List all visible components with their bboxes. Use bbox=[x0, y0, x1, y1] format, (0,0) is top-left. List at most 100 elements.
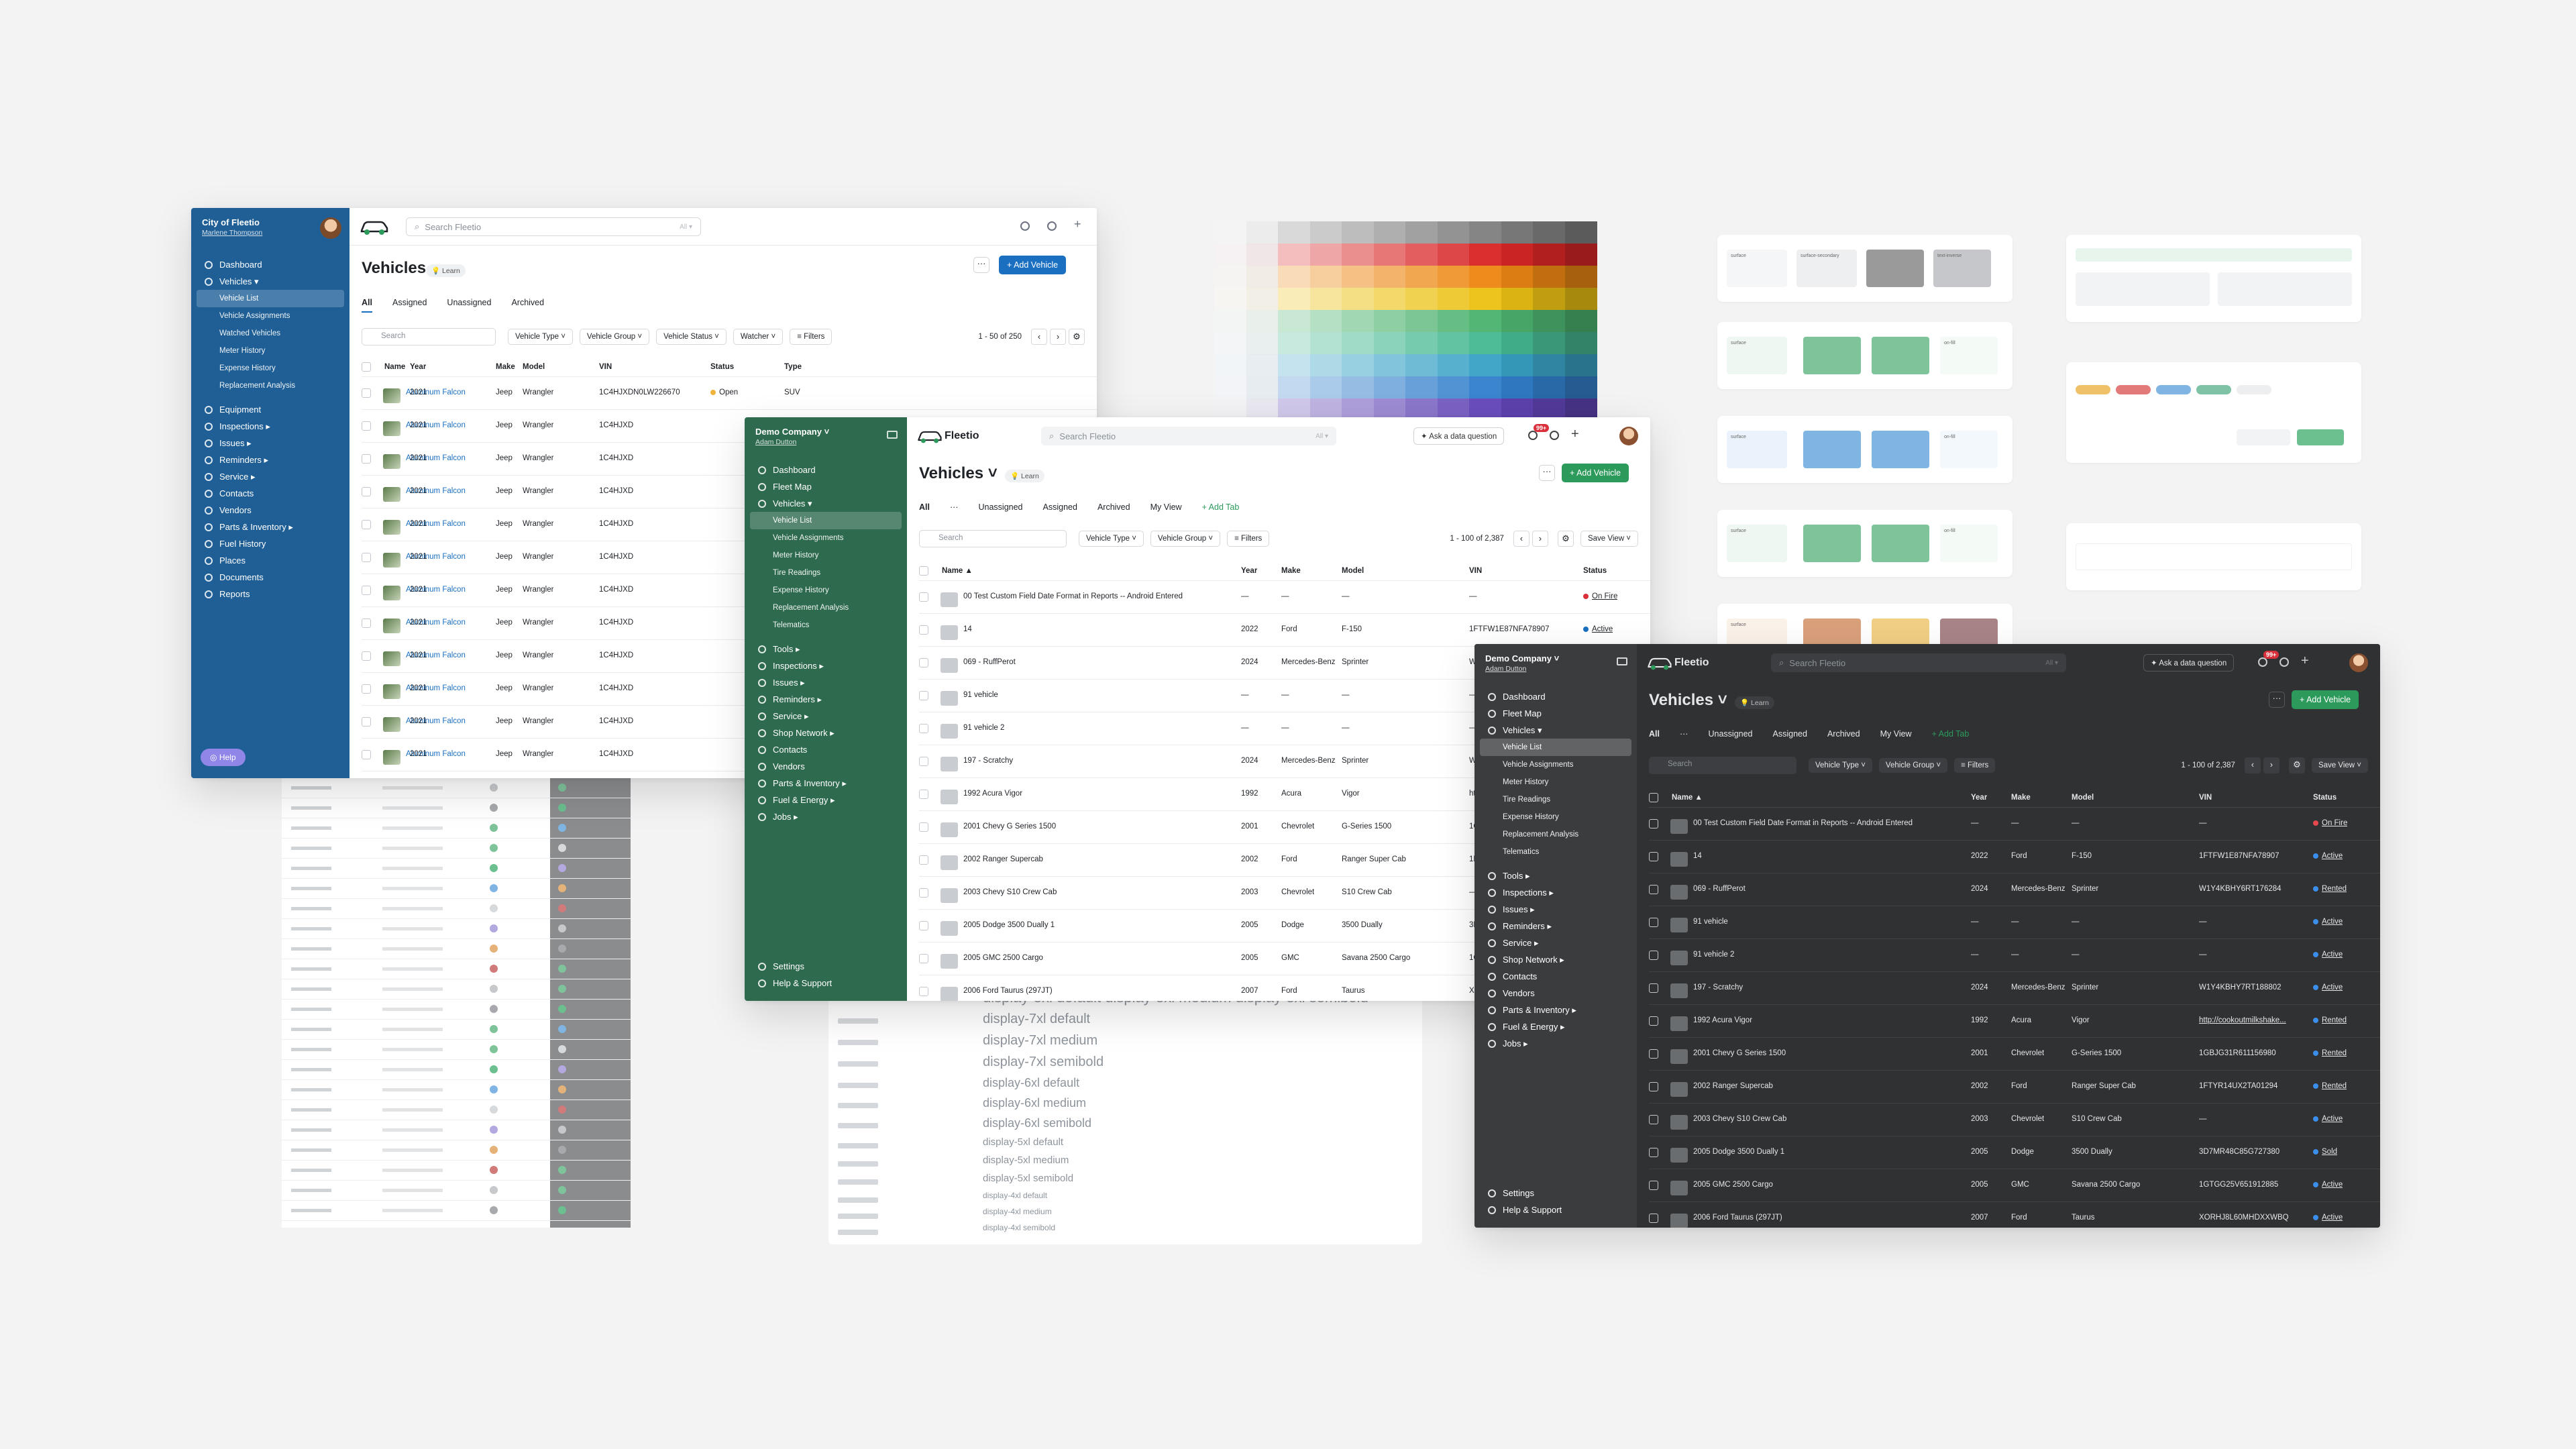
row-checkbox[interactable] bbox=[1649, 885, 1658, 894]
settings-gear-icon[interactable]: ⚙ bbox=[1069, 329, 1085, 345]
tab-item[interactable]: All bbox=[362, 298, 392, 307]
row-checkbox[interactable] bbox=[362, 750, 371, 759]
sidebar-item[interactable]: Vehicle List bbox=[1480, 739, 1631, 756]
sidebar-item[interactable]: Reports bbox=[197, 586, 344, 602]
plus-icon[interactable]: + bbox=[2301, 653, 2309, 669]
filter-chip[interactable]: ≡ Filters bbox=[790, 329, 833, 345]
sidebar-item[interactable]: Replacement Analysis bbox=[750, 599, 902, 616]
learn-link[interactable]: 💡 Learn bbox=[1735, 696, 1774, 709]
column-header[interactable]: Make bbox=[2011, 794, 2031, 802]
sidebar-item[interactable]: Service ▸ bbox=[197, 468, 344, 485]
column-header[interactable]: Name ▲ bbox=[1672, 794, 1703, 802]
tab-item[interactable]: ··· bbox=[950, 502, 979, 512]
row-checkbox[interactable] bbox=[919, 691, 928, 700]
sidebar-item[interactable]: Vehicles ▾ bbox=[1480, 722, 1631, 739]
sidebar-item[interactable]: Service ▸ bbox=[750, 708, 902, 724]
filter-chip[interactable]: Vehicle Type ˅ bbox=[1809, 758, 1872, 773]
row-checkbox[interactable] bbox=[1649, 1181, 1658, 1190]
next-page-button[interactable]: › bbox=[2263, 757, 2279, 773]
row-checkbox[interactable] bbox=[362, 520, 371, 529]
sidebar-item[interactable]: Meter History bbox=[1480, 773, 1631, 791]
cell-name[interactable]: 1992 Acura Vigor bbox=[1693, 1016, 1752, 1024]
column-header[interactable]: Status bbox=[710, 363, 734, 371]
sidebar-item[interactable]: Jobs ▸ bbox=[1480, 1035, 1631, 1052]
prev-page-button[interactable]: ‹ bbox=[1031, 329, 1047, 345]
cell-name[interactable]: 2005 GMC 2500 Cargo bbox=[963, 954, 1043, 962]
sidebar-item[interactable]: Vendors bbox=[197, 502, 344, 519]
sidebar-item[interactable]: Vehicle Assignments bbox=[197, 307, 344, 325]
sidebar-item[interactable]: Expense History bbox=[197, 360, 344, 377]
tab-item[interactable]: ··· bbox=[1680, 729, 1709, 739]
plus-icon[interactable]: + bbox=[1571, 427, 1579, 442]
sidebar-item[interactable]: Issues ▸ bbox=[750, 674, 902, 691]
table-row[interactable]: 14 2022 Ford F-150 1FTFW1E87NFA78907 Active bbox=[919, 614, 1650, 647]
sidebar-item[interactable]: Vehicle Assignments bbox=[750, 529, 902, 547]
search-scope[interactable]: All ▾ bbox=[2045, 659, 2058, 667]
sidebar-item[interactable]: Documents bbox=[197, 569, 344, 586]
row-checkbox[interactable] bbox=[1649, 918, 1658, 927]
column-header[interactable]: Year bbox=[1241, 567, 1257, 575]
sidebar-item[interactable]: Dashboard bbox=[1480, 688, 1631, 705]
bell-icon[interactable] bbox=[1020, 221, 1030, 231]
tab-item[interactable]: Assigned bbox=[1043, 502, 1097, 512]
cell-name[interactable]: 91 vehicle 2 bbox=[1693, 951, 1734, 959]
cell-name[interactable]: 2006 Ford Taurus (297JT) bbox=[963, 987, 1053, 995]
sidebar-item[interactable]: Tools ▸ bbox=[750, 641, 902, 657]
tab-item[interactable]: Archived bbox=[511, 298, 564, 307]
cell-name[interactable]: 2005 Dodge 3500 Dually 1 bbox=[1693, 1148, 1784, 1156]
tab-item[interactable]: Archived bbox=[1097, 502, 1150, 512]
next-page-button[interactable]: › bbox=[1532, 531, 1548, 547]
cell-name[interactable]: 91 vehicle 2 bbox=[963, 724, 1004, 732]
column-header[interactable]: Type bbox=[784, 363, 802, 371]
avatar[interactable] bbox=[1619, 427, 1638, 445]
row-checkbox[interactable] bbox=[1649, 1214, 1658, 1223]
clock-icon[interactable] bbox=[1047, 221, 1057, 231]
more-button[interactable]: ··· bbox=[973, 257, 989, 273]
tab-item[interactable]: Unassigned bbox=[447, 298, 511, 307]
cell-name[interactable]: 2003 Chevy S10 Crew Cab bbox=[963, 888, 1057, 896]
sidebar-item[interactable]: Jobs ▸ bbox=[750, 808, 902, 825]
prev-page-button[interactable]: ‹ bbox=[1513, 531, 1529, 547]
prev-page-button[interactable]: ‹ bbox=[2244, 757, 2261, 773]
select-all-checkbox[interactable] bbox=[1649, 793, 1658, 802]
row-checkbox[interactable] bbox=[1649, 951, 1658, 960]
row-checkbox[interactable] bbox=[919, 724, 928, 733]
select-all-checkbox[interactable] bbox=[362, 362, 371, 372]
row-checkbox[interactable] bbox=[1649, 1049, 1658, 1059]
sidebar-item[interactable]: Replacement Analysis bbox=[1480, 826, 1631, 843]
sidebar-item[interactable]: Tire Readings bbox=[750, 564, 902, 582]
settings-gear-icon[interactable]: ⚙ bbox=[1557, 531, 1574, 547]
row-checkbox[interactable] bbox=[919, 757, 928, 766]
column-header[interactable]: VIN bbox=[599, 363, 612, 371]
sidebar-item[interactable]: Reminders ▸ bbox=[750, 691, 902, 708]
sidebar-item[interactable]: Expense History bbox=[750, 582, 902, 599]
row-checkbox[interactable] bbox=[362, 651, 371, 661]
sidebar-item[interactable]: Vehicle List bbox=[197, 290, 344, 307]
row-checkbox[interactable] bbox=[919, 625, 928, 635]
filter-chip[interactable]: Vehicle Group ˅ bbox=[1150, 531, 1221, 547]
cell-name[interactable]: 00 Test Custom Field Date Format in Repo… bbox=[963, 592, 1183, 600]
cell-name[interactable]: 91 vehicle bbox=[963, 691, 998, 699]
sidebar-item[interactable]: Reminders ▸ bbox=[1480, 918, 1631, 934]
sidebar-item[interactable]: Inspections ▸ bbox=[1480, 884, 1631, 901]
sidebar-item[interactable]: Inspections ▸ bbox=[197, 418, 344, 435]
table-row[interactable]: Aluminum Falcon 2021 Jeep Wrangler 1C4HJXDN0… bbox=[362, 377, 1097, 410]
cell-name[interactable]: 91 vehicle bbox=[1693, 918, 1728, 926]
learn-link[interactable]: 💡 Learn bbox=[426, 264, 466, 277]
more-button[interactable]: ··· bbox=[2269, 692, 2285, 708]
column-header[interactable]: VIN bbox=[1469, 567, 1482, 575]
row-checkbox[interactable] bbox=[919, 790, 928, 799]
table-row[interactable]: 14 2022 Ford F-150 1FTFW1E87NFA78907 Active bbox=[1649, 841, 2380, 873]
sidebar-item[interactable]: Dashboard bbox=[197, 256, 344, 273]
row-checkbox[interactable] bbox=[919, 822, 928, 832]
row-checkbox[interactable] bbox=[1649, 1115, 1658, 1124]
sidebar-item[interactable]: Expense History bbox=[1480, 808, 1631, 826]
row-checkbox[interactable] bbox=[919, 921, 928, 930]
tab-item[interactable]: My View bbox=[1880, 729, 1932, 739]
avatar[interactable] bbox=[2349, 653, 2368, 672]
table-row[interactable]: 197 - Scratchy 2024 Mercedes-Benz Sprinter W… bbox=[1649, 972, 2380, 1005]
column-header[interactable]: Model bbox=[2072, 794, 2094, 802]
sidebar-item[interactable]: Vehicle List bbox=[750, 512, 902, 529]
clock-icon[interactable] bbox=[2279, 657, 2289, 667]
cell-name[interactable]: 2002 Ranger Supercab bbox=[1693, 1082, 1773, 1090]
